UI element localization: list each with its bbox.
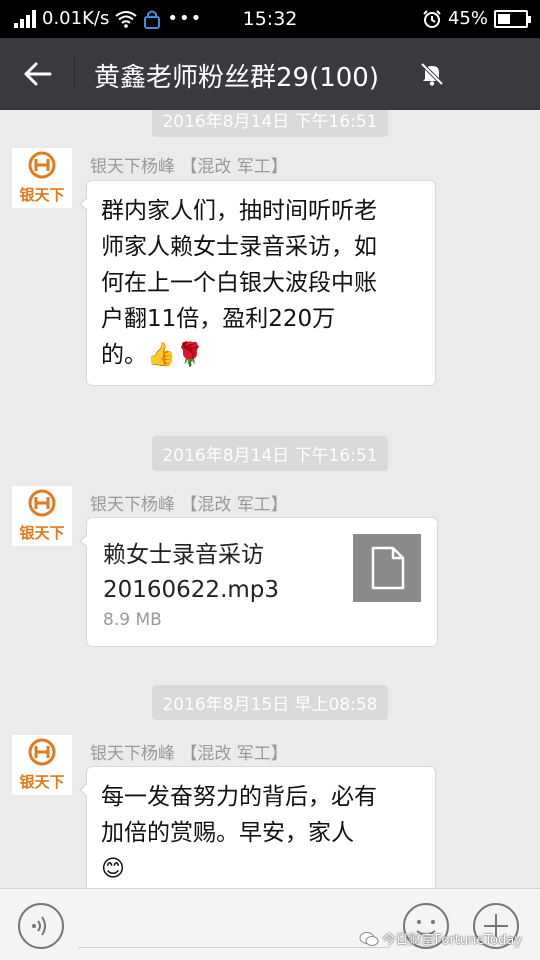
group-title[interactable]: 黄鑫老师粉丝群29(100) (94, 57, 379, 94)
sender-logo: 银天下 (19, 151, 65, 204)
timestamp: 2016年8月14日 下午16:51 (0, 110, 540, 137)
sender-name: 银天下杨峰 【混改 军工】 (90, 744, 288, 764)
message-bubble[interactable]: 群内家人们，抽时间听听老 师家人赖女士录音采访，如 何在上一个白银大波段中账 户… (79, 180, 436, 386)
bell-muted-icon (420, 62, 444, 86)
timestamp: 2016年8月14日 下午16:51 (0, 436, 540, 471)
svg-text:银天下: 银天下 (19, 524, 64, 542)
chat-header: 黄鑫老师粉丝群29(100) (0, 38, 540, 110)
message-text: 每一发奋努力的背后，必有 加倍的赏赐。早安，家人 😊 (101, 784, 377, 882)
alarm-icon (423, 9, 441, 28)
wechat-icon (359, 931, 379, 946)
battery-icon (494, 9, 531, 28)
input-bar: 今日财富FortuneToday (0, 888, 540, 960)
timestamp: 2016年8月15日 早上08:58 (0, 685, 540, 720)
message-list[interactable]: 2016年8月14日 下午16:51 银天下 银天下杨峰 【混改 军工】 群内家… (0, 110, 540, 888)
voice-icon[interactable] (17, 902, 65, 950)
svg-text:银天下: 银天下 (19, 773, 64, 791)
svg-text:银天下: 银天下 (19, 186, 64, 204)
file-size: 8.9 MB (103, 610, 162, 630)
header-divider (74, 56, 75, 92)
file-name: 赖女士录音采访 20160622.mp3 (103, 542, 280, 603)
file-message-card[interactable]: 赖女士录音采访 20160622.mp3 8.9 MB (79, 517, 438, 647)
sender-name: 银天下杨峰 【混改 军工】 (90, 157, 288, 177)
text-input[interactable] (78, 947, 390, 948)
avatar[interactable]: 银天下 (12, 735, 72, 795)
sender-name: 银天下杨峰 【混改 军工】 (90, 495, 288, 515)
status-bar: 0.01K/s ••• 15:32 45% (0, 0, 540, 38)
back-arrow-icon[interactable] (20, 56, 56, 92)
avatar[interactable]: 银天下 (12, 148, 72, 208)
battery-percent: 45% (447, 8, 488, 29)
message-text: 群内家人们，抽时间听听老 师家人赖女士录音采访，如 何在上一个白银大波段中账 户… (101, 198, 377, 368)
sender-logo: 银天下 (19, 738, 65, 791)
avatar[interactable]: 银天下 (12, 486, 72, 546)
document-icon (353, 534, 421, 602)
watermark: 今日财富FortuneToday (359, 929, 522, 948)
status-right: 45% (422, 8, 531, 29)
message-bubble[interactable]: 每一发奋努力的背后，必有 加倍的赏赐。早安，家人 😊 (79, 766, 436, 888)
sender-logo: 银天下 (19, 489, 65, 542)
